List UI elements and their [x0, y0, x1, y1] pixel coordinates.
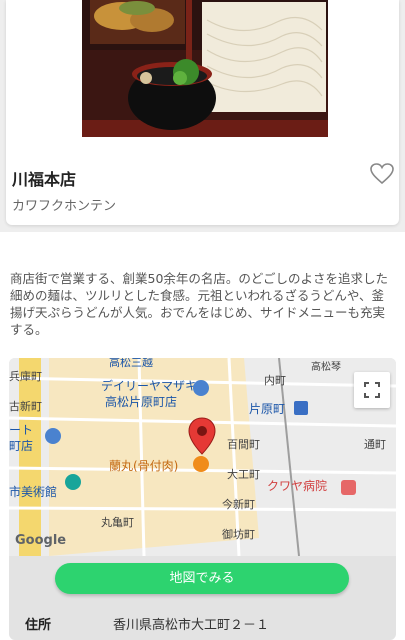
shop-description: 商店街で営業する、創業50余年の名店。のどごしのよさを追求した細めの麺は、ツルリ… [10, 271, 389, 337]
shop-kana: カワフクホンテン [12, 199, 117, 214]
map-label: 丸亀町 [101, 515, 134, 529]
map-label: 高松片原町店 [105, 394, 177, 409]
map-label: ート [9, 423, 33, 437]
map-label: 高松三越 [109, 358, 153, 369]
view-map-button[interactable]: 地図でみる [55, 563, 349, 594]
map-label: 兵庫町 [9, 369, 42, 383]
fullscreen-button[interactable] [354, 372, 390, 408]
address-value: 香川県高松市大工町２－１ [113, 618, 270, 633]
map-card: 高松三越 兵庫町 古新町 デイリーヤマザキ 高松片原町店 内町 高松琴 片原町 … [9, 358, 396, 640]
map-label: 片原町 [249, 402, 285, 416]
map-label: 大工町 [227, 467, 260, 481]
map-view[interactable]: 高松三越 兵庫町 古新町 デイリーヤマザキ 高松片原町店 内町 高松琴 片原町 … [9, 358, 396, 556]
address-label: 住所 [25, 618, 52, 633]
map-label: 蘭丸(骨付肉) [109, 459, 178, 473]
map-label: 市美術館 [9, 484, 57, 499]
shop-photo [82, 0, 328, 137]
map-label: 高松琴 [311, 360, 341, 373]
fullscreen-icon [364, 382, 380, 398]
shop-card: 川福本店 カワフクホンテン [6, 0, 399, 225]
map-label: 内町 [264, 373, 286, 387]
map-label: 町店 [9, 439, 33, 453]
google-logo: Google [15, 533, 66, 548]
favorite-heart-icon[interactable] [369, 162, 395, 186]
map-label: 今新町 [222, 497, 255, 511]
map-label: デイリーヤマザキ [101, 378, 197, 393]
map-label: クワヤ病院 [267, 478, 327, 493]
shop-name: 川福本店 [12, 170, 77, 189]
map-label: 御坊町 [222, 527, 255, 541]
map-label: 通町 [364, 438, 386, 451]
map-label: 古新町 [9, 399, 42, 413]
map-label: 百間町 [227, 438, 260, 451]
